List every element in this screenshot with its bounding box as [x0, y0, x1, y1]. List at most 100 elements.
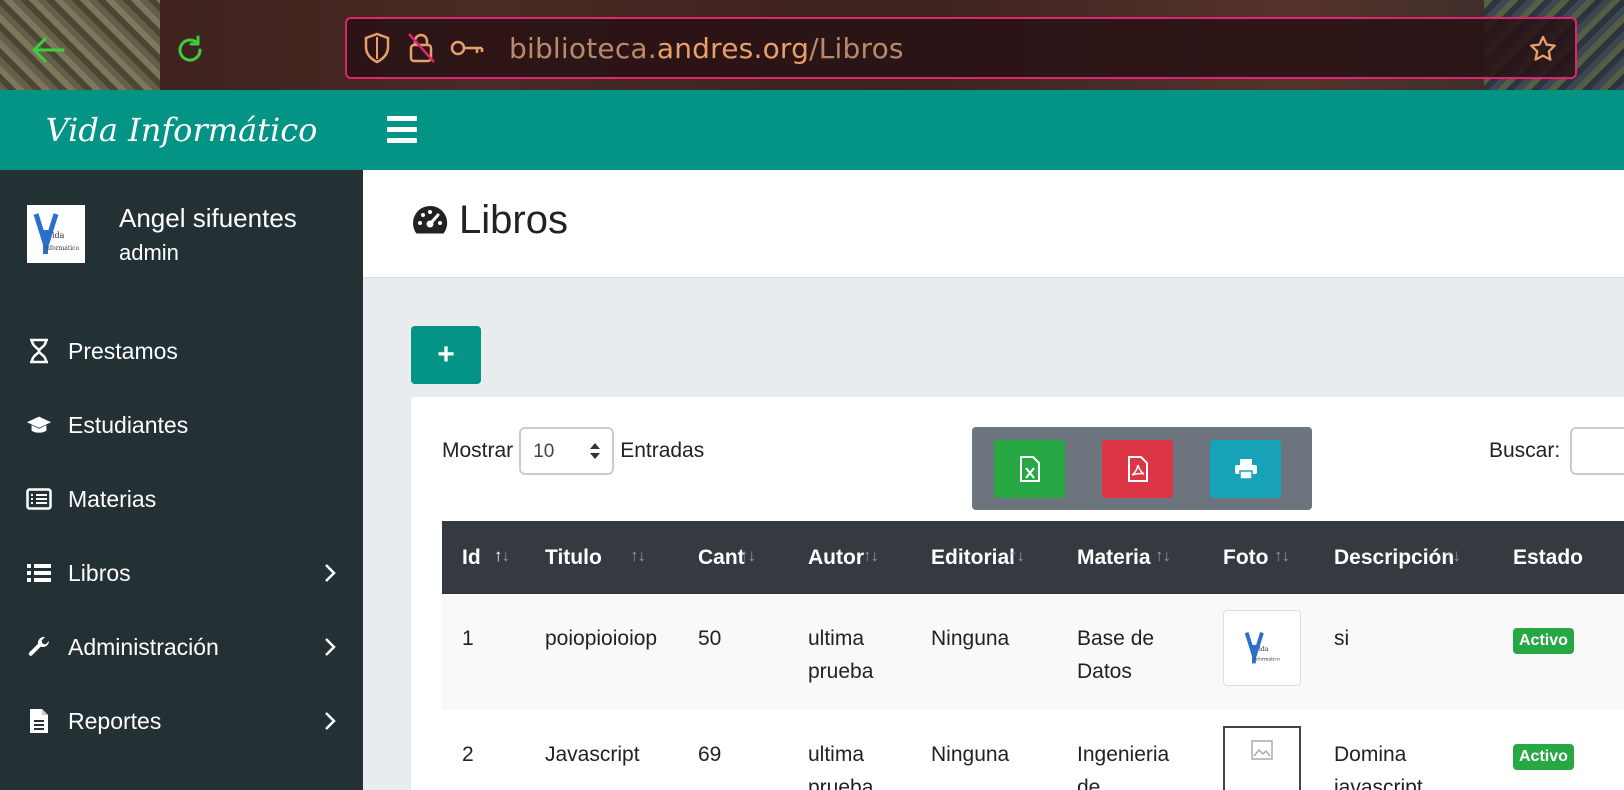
cell-cant: 69	[698, 743, 722, 766]
column-header-label: Titulo	[545, 545, 602, 569]
wallpaper-art	[0, 0, 160, 90]
column-header-autor[interactable]: Autor ↑↓	[788, 521, 911, 594]
user-name[interactable]: Angel sifuentes	[119, 203, 297, 234]
column-header-label: Descripción	[1334, 545, 1455, 569]
file-pdf-icon	[1127, 456, 1148, 482]
add-book-button[interactable]: +	[411, 326, 481, 384]
sidebar-item-label: Materias	[68, 485, 157, 512]
sidebar-item-materias[interactable]: Materias	[0, 462, 363, 536]
chevron-right-icon	[325, 564, 336, 582]
chevron-right-icon	[325, 712, 336, 730]
entries-label: Entradas	[620, 439, 705, 462]
column-header-label: Estado	[1513, 545, 1584, 569]
svg-text:ida: ida	[52, 231, 65, 240]
column-header-label: Cant	[698, 545, 745, 569]
back-button[interactable]	[28, 30, 68, 70]
cell-materia: Base de Datos	[1077, 627, 1155, 683]
hourglass-icon	[26, 338, 52, 364]
book-cover-thumbnail[interactable]	[1223, 726, 1301, 790]
sidebar-item-reportes[interactable]: Reportes	[0, 684, 363, 758]
back-arrow-icon	[32, 37, 65, 63]
user-panel: ida nformático Angel sifuentes admin	[0, 170, 363, 298]
list-alt-icon	[26, 486, 52, 512]
search-input[interactable]	[1570, 427, 1624, 475]
brand-logo[interactable]: Vida Informático	[0, 90, 363, 170]
books-table: Id ↑↓ Titulo ↑↓ Cant ↑↓ Autor ↑↓ Editorial ↑↓…	[442, 521, 1624, 790]
vida-logo-icon: ida nformático	[1244, 632, 1280, 664]
column-header-cant[interactable]: Cant ↑↓	[678, 521, 788, 594]
shield-icon[interactable]	[357, 28, 397, 68]
column-header-materia[interactable]: Materia ↑↓	[1057, 521, 1203, 594]
user-role: admin	[119, 239, 179, 265]
export-excel-button[interactable]	[994, 440, 1065, 498]
print-icon	[1234, 459, 1257, 480]
hamburger-menu-icon[interactable]	[387, 116, 417, 144]
sidebar-item-administracion[interactable]: Administración	[0, 610, 363, 684]
sort-icon: ↑↓	[630, 546, 646, 565]
sidebar-item-label: Administración	[68, 633, 219, 660]
column-header-id[interactable]: Id ↑↓	[442, 521, 525, 594]
sidebar-menu: Prestamos Estudiantes Materias Libros Ad…	[0, 314, 363, 758]
vida-logo-icon: ida nformático	[33, 213, 80, 255]
column-header-estado[interactable]: Estado	[1493, 521, 1624, 594]
cell-editorial: Ninguna	[931, 627, 1010, 650]
top-navbar	[363, 90, 1624, 170]
sidebar-item-label: Reportes	[68, 707, 162, 734]
cell-foto: ida nformático	[1203, 594, 1314, 710]
page-size-select[interactable]: 10	[519, 427, 615, 475]
search-label: Buscar:	[1489, 439, 1561, 462]
key-icon[interactable]	[447, 28, 487, 68]
svg-text:nformático: nformático	[1254, 655, 1280, 662]
page-title: Libros	[411, 198, 568, 243]
url-subdomain: biblioteca.	[509, 31, 657, 65]
list-icon	[26, 560, 52, 586]
show-label: Mostrar	[442, 439, 514, 462]
sidebar-item-estudiantes[interactable]: Estudiantes	[0, 388, 363, 462]
sort-icon: ↑↓	[1155, 546, 1171, 565]
status-badge: Activo	[1513, 744, 1574, 770]
column-header-foto[interactable]: Foto ↑↓	[1203, 521, 1314, 594]
url-path: /Libros	[809, 31, 904, 65]
add-button-label: +	[437, 338, 455, 371]
sort-icon: ↑↓	[494, 546, 510, 565]
cell-descripcion: si	[1334, 627, 1350, 650]
export-buttons	[972, 427, 1312, 510]
column-header-label: Materia	[1077, 545, 1151, 569]
graduation-cap-icon	[26, 412, 52, 438]
sort-icon: ↑↓	[1009, 546, 1025, 565]
wrench-icon	[26, 634, 52, 660]
cell-autor: ultima prueba	[808, 743, 874, 790]
column-header-titulo[interactable]: Titulo ↑↓	[525, 521, 678, 594]
column-header-label: Autor	[808, 545, 864, 569]
sidebar-item-label: Prestamos	[68, 337, 178, 364]
cell-editorial: Ninguna	[931, 743, 1010, 766]
brand-text: Vida Informático	[45, 111, 318, 149]
tachometer-icon	[413, 205, 448, 233]
sort-icon: ↑↓	[1445, 546, 1461, 565]
export-pdf-button[interactable]	[1102, 440, 1173, 498]
cell-foto	[1203, 710, 1314, 790]
column-header-editorial[interactable]: Editorial ↑↓	[911, 521, 1057, 594]
book-cover-thumbnail[interactable]: ida nformático	[1223, 610, 1301, 686]
page-title-text: Libros	[459, 198, 568, 242]
column-header-descripcion[interactable]: Descripción ↑↓	[1314, 521, 1493, 594]
cell-id: 2	[462, 743, 474, 766]
sort-icon: ↑↓	[740, 546, 756, 565]
cell-estado: Activo	[1493, 594, 1624, 710]
url-domain: andres.org	[656, 31, 810, 65]
page-length-control: Mostrar 10 Entradas	[442, 427, 704, 475]
url-text[interactable]: biblioteca.andres.org/Libros	[509, 32, 904, 65]
content-header: Libros	[363, 170, 1624, 278]
cell-titulo: poiopioioiop	[545, 627, 658, 650]
cell-autor: ultima prueba	[808, 627, 874, 683]
file-icon	[26, 708, 52, 734]
avatar: ida nformático	[27, 205, 85, 263]
sidebar-item-libros[interactable]: Libros	[0, 536, 363, 610]
insecure-lock-icon[interactable]	[401, 28, 441, 68]
address-bar[interactable]: biblioteca.andres.org/Libros	[345, 17, 1577, 79]
cell-id: 1	[462, 627, 474, 650]
sidebar-item-prestamos[interactable]: Prestamos	[0, 314, 363, 388]
bookmark-star-icon[interactable]	[1523, 29, 1563, 69]
reload-button[interactable]	[170, 30, 210, 70]
print-button[interactable]	[1210, 440, 1281, 498]
